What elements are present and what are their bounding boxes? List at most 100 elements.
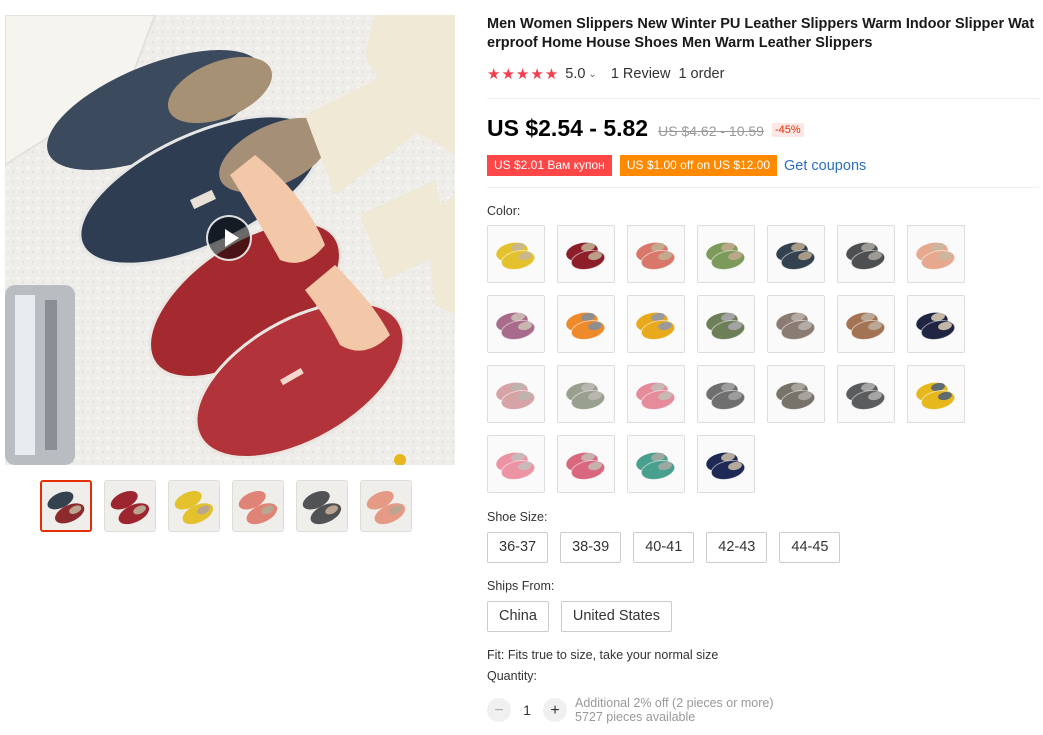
slipper-icon <box>566 312 606 340</box>
color-swatch[interactable] <box>557 365 615 423</box>
reviews-link[interactable]: 1 Review <box>611 66 671 82</box>
color-swatch[interactable] <box>837 225 895 283</box>
color-swatch[interactable] <box>557 295 615 353</box>
shoe-size-option[interactable]: 44-45 <box>779 532 841 563</box>
coupon-badge-new-user[interactable]: US $2.01 Вам купон <box>487 155 612 176</box>
main-product-image[interactable] <box>5 15 455 465</box>
color-swatch[interactable] <box>697 295 755 353</box>
rating-stars-icon: ★★★★★ <box>487 66 560 83</box>
slipper-icon <box>496 312 536 340</box>
color-swatch[interactable] <box>907 365 965 423</box>
gallery-thumbnail[interactable] <box>232 480 284 532</box>
gallery-thumbnail[interactable] <box>104 480 156 532</box>
color-swatch[interactable] <box>697 365 755 423</box>
quantity-stepper: − 1 + Additional 2% off (2 pieces or mor… <box>487 696 1037 724</box>
shoe-size-option[interactable]: 36-37 <box>487 532 549 563</box>
ships-from-label: Ships From: <box>487 579 555 593</box>
color-swatch[interactable] <box>627 295 685 353</box>
slipper-icon <box>846 312 886 340</box>
shoe-size-option[interactable]: 38-39 <box>560 532 622 563</box>
slipper-icon <box>496 452 536 480</box>
divider <box>487 98 1039 99</box>
slipper-icon <box>566 382 606 410</box>
fit-note: Fit: Fits true to size, take your normal… <box>487 648 719 662</box>
quantity-decrease-button[interactable]: − <box>487 698 511 722</box>
color-swatch[interactable] <box>557 435 615 493</box>
bulk-discount-note: Additional 2% off (2 pieces or more) <box>575 696 774 710</box>
shoe-size-label: Shoe Size: <box>487 510 548 524</box>
chevron-down-icon[interactable]: ⌄ <box>588 69 596 80</box>
product-info: Men Women Slippers New Winter PU Leather… <box>487 15 1039 724</box>
quantity-value[interactable]: 1 <box>511 702 543 718</box>
slipper-icon <box>916 242 956 270</box>
color-swatch[interactable] <box>627 435 685 493</box>
color-label: Color: <box>487 204 521 218</box>
thumbnail-image <box>297 481 347 531</box>
ships-from-option[interactable]: China <box>487 601 549 632</box>
color-swatch[interactable] <box>767 295 825 353</box>
thumbnail-image <box>169 481 219 531</box>
slipper-icon <box>566 452 606 480</box>
slipper-icon <box>776 312 816 340</box>
get-coupons-link[interactable]: Get coupons <box>784 158 866 174</box>
gallery-thumbnail[interactable] <box>360 480 412 532</box>
slipper-icon <box>636 452 676 480</box>
slipper-icon <box>916 312 956 340</box>
gallery-thumbnail[interactable] <box>168 480 220 532</box>
thumbnail-image <box>233 481 283 531</box>
coupon-row: US $2.01 Вам купон US $1.00 off on US $1… <box>487 155 1037 176</box>
stock-available-note: 5727 pieces available <box>575 710 696 724</box>
coupon-badge-store[interactable]: US $1.00 off on US $12.00 <box>619 155 778 176</box>
slipper-icon <box>496 382 536 410</box>
slipper-icon <box>636 312 676 340</box>
color-swatch[interactable] <box>557 225 615 283</box>
thumbnail-image <box>105 481 155 531</box>
divider <box>487 187 1039 188</box>
color-swatch[interactable] <box>767 365 825 423</box>
color-swatch[interactable] <box>627 225 685 283</box>
color-swatch[interactable] <box>907 295 965 353</box>
color-swatch[interactable] <box>487 365 545 423</box>
gallery-thumbnail[interactable] <box>296 480 348 532</box>
slipper-icon <box>846 382 886 410</box>
color-swatch[interactable] <box>697 225 755 283</box>
thumbnail-image <box>42 482 90 530</box>
ships-from-options: China United States <box>487 601 1037 632</box>
quantity-increase-button[interactable]: + <box>543 698 567 722</box>
shoe-size-option[interactable]: 42-43 <box>706 532 768 563</box>
color-swatch[interactable] <box>627 365 685 423</box>
color-swatch[interactable] <box>697 435 755 493</box>
color-swatch[interactable] <box>487 225 545 283</box>
slipper-icon <box>706 382 746 410</box>
quantity-label: Quantity: <box>487 669 538 683</box>
original-price: US $4.62 - 10.59 <box>658 123 764 139</box>
slipper-icon <box>636 382 676 410</box>
color-swatch[interactable] <box>487 295 545 353</box>
current-price: US $2.54 - 5.82 <box>487 115 649 141</box>
product-title: Men Women Slippers New Winter PU Leather… <box>487 16 1035 51</box>
color-swatch[interactable] <box>487 435 545 493</box>
color-swatch[interactable] <box>837 295 895 353</box>
slipper-icon <box>776 242 816 270</box>
rating-row: ★★★★★ 5.0 ⌄ 1 Review 1 order <box>487 64 1037 84</box>
play-video-button[interactable] <box>206 215 252 261</box>
shoe-size-options: 36-37 38-39 40-41 42-43 44-45 <box>487 532 1037 563</box>
color-swatch[interactable] <box>767 225 825 283</box>
price-row: US $2.54 - 5.82 US $4.62 - 10.59 -45% <box>487 115 1037 142</box>
slipper-icon <box>566 242 606 270</box>
quantity-note: Additional 2% off (2 pieces or more) 572… <box>575 696 773 724</box>
ships-from-option[interactable]: United States <box>560 601 672 632</box>
thumbnail-strip <box>40 480 412 532</box>
color-swatch[interactable] <box>907 225 965 283</box>
slipper-icon <box>776 382 816 410</box>
slipper-icon <box>706 452 746 480</box>
gallery-thumbnail[interactable] <box>40 480 92 532</box>
color-swatch[interactable] <box>837 365 895 423</box>
slipper-icon <box>706 242 746 270</box>
slipper-icon <box>846 242 886 270</box>
slipper-icon <box>706 312 746 340</box>
rating-value[interactable]: 5.0 <box>565 66 585 82</box>
orders-count: 1 order <box>678 66 725 82</box>
shoe-size-option[interactable]: 40-41 <box>633 532 695 563</box>
slipper-icon <box>496 242 536 270</box>
